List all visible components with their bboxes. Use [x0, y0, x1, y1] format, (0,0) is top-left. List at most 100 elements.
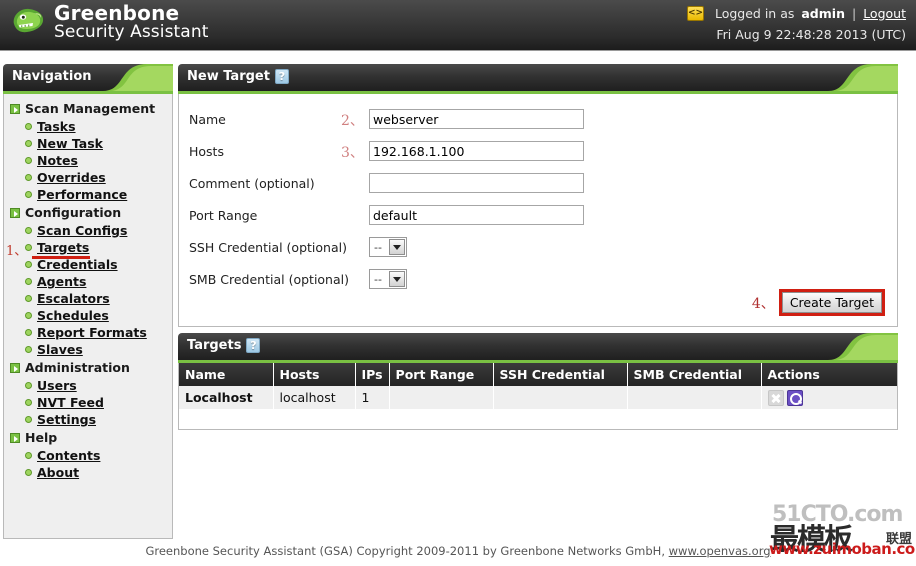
- sidebar-item-schedules[interactable]: Schedules: [4, 307, 172, 324]
- application-page: Greenbone Security Assistant <> Logged i…: [0, 0, 916, 566]
- targets-title-group: Targets ?: [187, 338, 261, 353]
- sidebar-item-label[interactable]: Tasks: [37, 119, 76, 134]
- sidebar-item-tasks[interactable]: Tasks: [4, 118, 172, 135]
- sidebar-item-slaves[interactable]: Slaves: [4, 341, 172, 358]
- help-icon[interactable]: ?: [274, 69, 289, 84]
- sidebar-item-label[interactable]: Scan Configs: [37, 223, 127, 238]
- chevron-down-icon[interactable]: [389, 239, 405, 255]
- lizard-head-icon: [8, 2, 48, 42]
- new-target-panel: New Target ? Name Hosts Comment (optional)…: [178, 64, 898, 327]
- column-header: Port Range: [389, 363, 494, 386]
- sidebar-item-agents[interactable]: Agents: [4, 273, 172, 290]
- bullet-icon: [25, 174, 32, 181]
- session-info-block: <> Logged in as admin | Logout Fri Aug 9…: [686, 3, 906, 42]
- form-row-name: Name: [179, 106, 897, 132]
- sidebar-item-about[interactable]: About: [4, 464, 172, 481]
- sidebar-item-nvt-feed[interactable]: NVT Feed: [4, 394, 172, 411]
- field-input[interactable]: [369, 205, 584, 225]
- sidebar-item-label[interactable]: Slaves: [37, 342, 83, 357]
- field-select[interactable]: --: [369, 269, 407, 289]
- sidebar-item-performance[interactable]: Performance: [4, 186, 172, 203]
- sidebar-item-label[interactable]: New Task: [37, 136, 103, 151]
- sidebar-group-help[interactable]: Help: [4, 428, 172, 447]
- form-row-port-range: Port Range: [179, 202, 897, 228]
- targets-panel-title: Targets: [187, 338, 242, 353]
- help-icon[interactable]: ?: [246, 338, 261, 353]
- targets-table-container: Name Hosts IPs Port Range SSH Credential SMB …: [178, 363, 898, 430]
- field-input[interactable]: [369, 141, 584, 161]
- sidebar-item-label[interactable]: Agents: [37, 274, 86, 289]
- sidebar-item-label[interactable]: Targets: [37, 240, 89, 255]
- sidebar-item-label[interactable]: Overrides: [37, 170, 106, 185]
- sidebar-item-new-task[interactable]: New Task: [4, 135, 172, 152]
- sidebar-item-label[interactable]: Contents: [37, 448, 100, 463]
- form-row-comment-optional: Comment (optional): [179, 170, 897, 196]
- logged-in-label: Logged in as: [714, 5, 795, 21]
- sidebar-item-label[interactable]: Users: [37, 378, 77, 393]
- sidebar-item-label[interactable]: Settings: [37, 412, 96, 427]
- new-target-title: New Target: [187, 69, 270, 84]
- brand-line-2: Security Assistant: [54, 21, 209, 42]
- sidebar-item-users[interactable]: Users: [4, 377, 172, 394]
- bullet-icon: [25, 329, 32, 336]
- table-body: Localhost localhost 1: [179, 386, 897, 409]
- green-curve-decoration: [103, 64, 173, 91]
- targets-table: Name Hosts IPs Port Range SSH Credential SMB …: [179, 363, 897, 409]
- sidebar-group-label: Configuration: [25, 205, 122, 220]
- sidebar-item-settings[interactable]: Settings: [4, 411, 172, 428]
- sidebar-item-label[interactable]: Report Formats: [37, 325, 147, 340]
- cell-smb-credential: [627, 386, 762, 409]
- sidebar-item-label[interactable]: Escalators: [37, 291, 110, 306]
- field-input[interactable]: [369, 173, 584, 193]
- sidebar-item-label[interactable]: NVT Feed: [37, 395, 104, 410]
- bullet-icon: [25, 399, 32, 406]
- source-code-icon[interactable]: <>: [686, 5, 704, 21]
- column-header: Name: [179, 363, 274, 386]
- chevron-down-icon[interactable]: [389, 271, 405, 287]
- sidebar-group-scan-management[interactable]: Scan Management: [4, 99, 172, 118]
- field-input[interactable]: [369, 109, 584, 129]
- sidebar-item-label[interactable]: Notes: [37, 153, 78, 168]
- targets-list-panel: Targets ? Name Hosts IPs Port Range SSH Cred…: [178, 333, 898, 430]
- sidebar-item-credentials[interactable]: Credentials: [4, 256, 172, 273]
- sidebar-item-label[interactable]: Schedules: [37, 308, 109, 323]
- column-header: Hosts: [273, 363, 356, 386]
- cell-name: Localhost: [179, 386, 274, 409]
- details-icon[interactable]: [786, 389, 803, 406]
- logout-link[interactable]: Logout: [863, 6, 906, 21]
- table-footer-spacer: [179, 408, 897, 429]
- sidebar-item-contents[interactable]: Contents: [4, 447, 172, 464]
- sidebar-item-label[interactable]: About: [37, 465, 79, 480]
- navigation-panel-title: Navigation: [12, 69, 92, 84]
- cell-ssh-credential: [493, 386, 628, 409]
- bullet-icon: [25, 278, 32, 285]
- expand-arrow-icon: [10, 432, 20, 443]
- column-header: SMB Credential: [627, 363, 762, 386]
- sidebar-item-label[interactable]: Performance: [37, 187, 127, 202]
- field-label: SMB Credential (optional): [189, 271, 349, 287]
- cell-hosts: localhost: [273, 386, 356, 409]
- sidebar-group-administration[interactable]: Administration: [4, 358, 172, 377]
- field-select[interactable]: --: [369, 237, 407, 257]
- sidebar-item-overrides[interactable]: Overrides: [4, 169, 172, 186]
- top-header-bar: Greenbone Security Assistant <> Logged i…: [0, 0, 916, 51]
- sidebar-item-scan-configs[interactable]: Scan Configs: [4, 222, 172, 239]
- bullet-icon: [25, 227, 32, 234]
- bullet-icon: [25, 346, 32, 353]
- sidebar-group-label: Help: [25, 430, 58, 445]
- username-label: admin: [801, 5, 845, 21]
- bullet-icon: [25, 191, 32, 198]
- create-target-button[interactable]: Create Target: [781, 292, 882, 313]
- footer-site-link[interactable]: www.openvas.org: [669, 544, 771, 558]
- sidebar-item-report-formats[interactable]: Report Formats: [4, 324, 172, 341]
- sidebar-item-targets[interactable]: 1、 Targets: [4, 239, 172, 259]
- sidebar-item-label[interactable]: Credentials: [37, 257, 118, 272]
- sidebar-group-configuration[interactable]: Configuration: [4, 203, 172, 222]
- field-label: Comment (optional): [189, 175, 315, 191]
- form-row-hosts: Hosts: [179, 138, 897, 164]
- column-header: IPs: [355, 363, 390, 386]
- sidebar-item-escalators[interactable]: Escalators: [4, 290, 172, 307]
- annotation-3: 3、: [341, 145, 364, 161]
- annotation-2: 2、: [341, 113, 364, 129]
- sidebar-item-notes[interactable]: Notes: [4, 152, 172, 169]
